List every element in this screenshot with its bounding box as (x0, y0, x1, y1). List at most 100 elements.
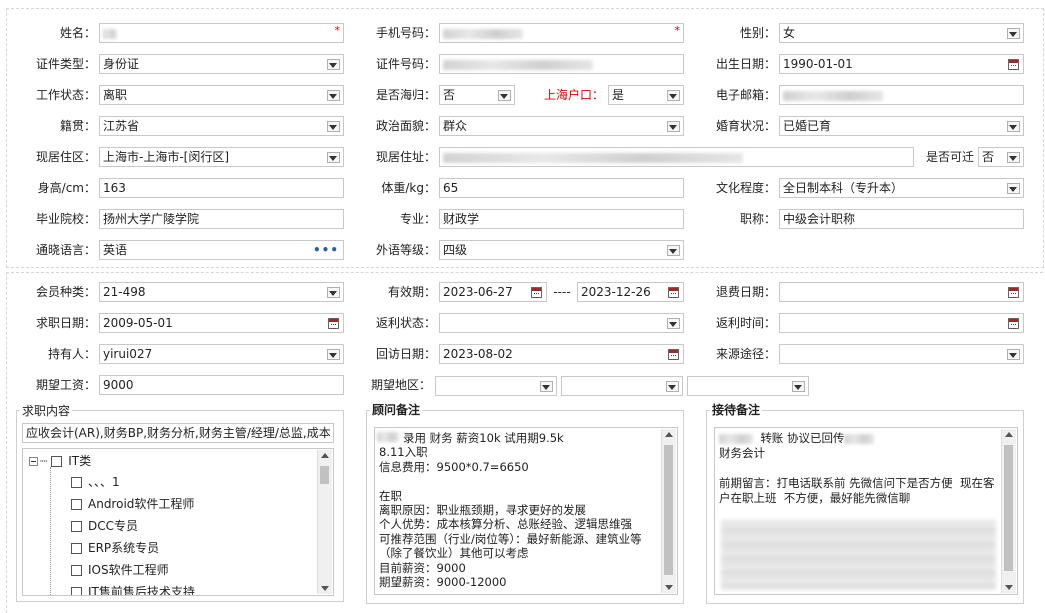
tree-item[interactable]: Android软件工程师 (71, 494, 194, 514)
tree-item[interactable]: IOS软件工程师 (71, 560, 169, 580)
title-value: 中级会计职称 (783, 212, 856, 226)
id-type-select[interactable]: 身份证 (99, 54, 344, 74)
work-status-select[interactable]: 离职 (99, 85, 344, 105)
consultant-note-text: 录用 财务 薪资10k 试用期9.5k 8.11入职 信息费用：9500*0.7… (379, 431, 642, 590)
foreign-level-label: 外语等级： (375, 243, 436, 257)
calendar-icon[interactable] (1008, 287, 1019, 298)
residence-address-label: 现居住址： (375, 150, 436, 164)
native-place-select[interactable]: 江苏省 (99, 116, 344, 136)
reception-note-line3: 前期留言：打电话联系前 先微信问下是否方便 现在客户在职上班 不方便，最好能先微… (719, 476, 995, 505)
residence-address-input[interactable] (439, 147, 914, 167)
scroll-up-icon[interactable] (321, 453, 329, 458)
gender-select[interactable]: 女 (779, 23, 1024, 43)
validity-end-input[interactable]: 2023-12-26 (577, 282, 684, 302)
visit-date-input[interactable]: 2023-08-02 (439, 344, 684, 364)
checkbox-icon[interactable] (71, 565, 82, 576)
shanghai-hukou-select[interactable]: 是 (608, 85, 684, 105)
calendar-icon[interactable] (668, 349, 679, 360)
education-select[interactable]: 全日制本科（专升本） (779, 178, 1024, 198)
reception-note-scrollbar[interactable] (1001, 429, 1016, 593)
member-type-select[interactable]: 21-498 (99, 282, 344, 302)
validity-start-input[interactable]: 2023-06-27 (439, 282, 547, 302)
reachable-select[interactable]: 否 (978, 147, 1024, 167)
basic-info-section (6, 8, 1044, 268)
source-select[interactable] (779, 344, 1024, 364)
calendar-icon[interactable] (531, 287, 542, 298)
tree-item-label: 、、、1 (88, 475, 120, 489)
scroll-down-icon[interactable] (665, 585, 673, 590)
tree-item[interactable]: ERP系统专员 (71, 538, 159, 558)
weight-input[interactable]: 65 (439, 178, 684, 198)
required-asterisk-icon: * (334, 24, 341, 37)
tree-scrollbar[interactable] (317, 450, 332, 594)
tree-item[interactable]: IT售前售后技术支持 (71, 582, 195, 595)
scroll-up-icon[interactable] (665, 432, 673, 437)
scroll-thumb[interactable] (664, 445, 673, 575)
birth-date-input[interactable]: 1990-01-01 (779, 54, 1024, 74)
name-input[interactable]: * (99, 23, 344, 43)
tree-item[interactable]: DCC专员 (71, 516, 138, 536)
scroll-down-icon[interactable] (1005, 585, 1013, 590)
height-input[interactable]: 163 (99, 178, 344, 198)
scroll-thumb[interactable] (320, 466, 329, 484)
chevron-down-icon (669, 249, 677, 254)
calendar-icon[interactable] (328, 318, 339, 329)
job-date-input[interactable]: 2009-05-01 (99, 313, 344, 333)
marital-status-select[interactable]: 已婚已育 (779, 116, 1024, 136)
consultant-note-textarea[interactable]: 录用 财务 薪资10k 试用期9.5k 8.11入职 信息费用：9500*0.7… (374, 427, 678, 595)
checkbox-icon[interactable] (71, 499, 82, 510)
residence-area-value: 上海市-上海市-[闵行区] (103, 150, 230, 164)
calendar-icon[interactable] (668, 287, 679, 298)
id-number-input[interactable] (439, 54, 684, 74)
reception-note-line2: 财务会计 (719, 446, 765, 460)
scroll-down-icon[interactable] (321, 586, 329, 591)
expected-salary-input[interactable]: 9000 (99, 375, 344, 395)
calendar-icon[interactable] (1008, 318, 1019, 329)
email-input[interactable] (779, 85, 1024, 105)
phone-input[interactable]: * (439, 23, 684, 43)
checkbox-icon[interactable] (71, 587, 82, 595)
residence-area-select[interactable]: 上海市-上海市-[闵行区] (99, 147, 344, 167)
tree-item-label: ERP系统专员 (88, 541, 160, 555)
tree-item-label: Android软件工程师 (88, 497, 195, 511)
reception-note-textarea[interactable]: 转账 协议已回传 财务会计 前期留言：打电话联系前 先微信问下是否方便 现在客户… (714, 427, 1018, 595)
region-city-select[interactable] (561, 376, 683, 396)
region-district-select[interactable] (687, 376, 809, 396)
redacted-name (719, 433, 753, 444)
rebate-time-input[interactable] (779, 313, 1024, 333)
region-province-select[interactable] (435, 376, 557, 396)
birth-date-value: 1990-01-01 (783, 57, 853, 71)
weight-value: 65 (443, 181, 459, 195)
tree-item[interactable]: 、、、1 (71, 472, 120, 492)
political-status-select[interactable]: 群众 (439, 116, 684, 136)
major-input[interactable]: 财政学 (439, 209, 684, 229)
checkbox-icon[interactable] (51, 456, 63, 467)
language-input[interactable]: 英语 ••• (99, 240, 344, 260)
consultant-note-scrollbar[interactable] (661, 429, 676, 593)
holder-value: yirui027 (103, 347, 153, 361)
refund-date-input[interactable] (779, 282, 1024, 302)
chevron-down-icon (668, 385, 676, 390)
calendar-icon[interactable] (1008, 59, 1019, 70)
collapse-icon[interactable] (29, 457, 38, 466)
checkbox-icon[interactable] (71, 543, 82, 554)
ellipsis-icon[interactable]: ••• (313, 241, 339, 259)
job-content-summary[interactable]: 应收会计(AR),财务BP,财务分析,财务主管/经理/总监,成本 (22, 423, 334, 443)
title-input[interactable]: 中级会计职称 (779, 209, 1024, 229)
scroll-thumb[interactable] (1004, 445, 1013, 571)
chevron-down-icon (1009, 156, 1017, 161)
phone-label: 手机号码： (375, 26, 436, 40)
scroll-up-icon[interactable] (1005, 432, 1013, 437)
chevron-down-icon (669, 322, 677, 327)
checkbox-icon[interactable] (71, 477, 82, 488)
tree-root-it[interactable]: ┈ IT类 (29, 451, 91, 471)
job-content-title: 求职内容 (20, 403, 73, 419)
school-input[interactable]: 扬州大学广陵学院 (99, 209, 344, 229)
checkbox-icon[interactable] (71, 521, 82, 532)
rebate-status-select[interactable] (439, 313, 684, 333)
political-status-label: 政治面貌： (375, 119, 436, 133)
holder-select[interactable]: yirui027 (99, 344, 344, 364)
name-redacted (103, 28, 117, 39)
foreign-level-select[interactable]: 四级 (439, 240, 684, 260)
returnee-select[interactable]: 否 (439, 85, 515, 105)
